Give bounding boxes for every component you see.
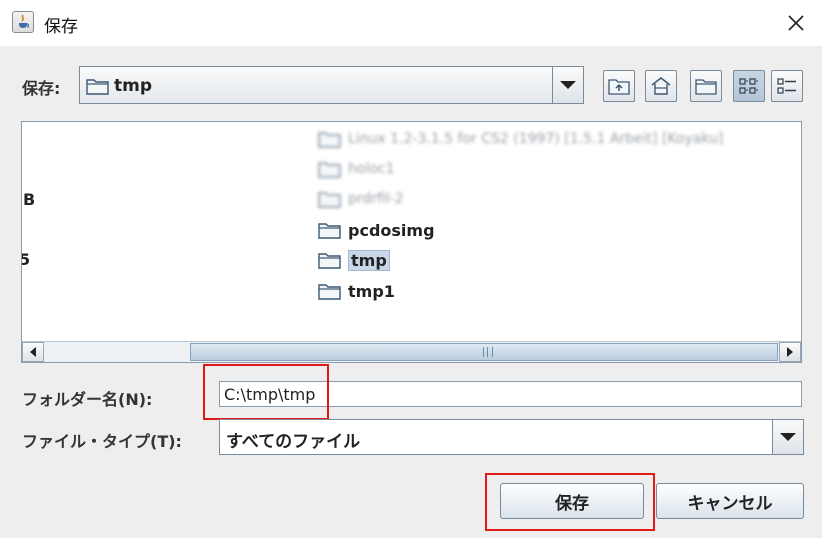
file-type-combo[interactable]: すべてのファイル [219, 419, 804, 455]
close-button[interactable] [770, 0, 822, 46]
list-view-icon [739, 78, 758, 94]
arrow-right-icon [787, 347, 793, 357]
folder-icon [318, 284, 341, 300]
highlight-box [203, 364, 329, 420]
up-one-level-button[interactable] [603, 70, 635, 102]
save-in-label: 保存: [22, 79, 61, 98]
file-type-value: すべてのファイル [226, 432, 361, 452]
folder-icon [318, 132, 341, 148]
cut-off-text: 5 [22, 250, 30, 269]
highlight-box [485, 473, 655, 531]
list-item[interactable]: pcdosimg [318, 217, 435, 243]
grip-icon [483, 347, 493, 357]
file-type-label: ファイル・タイプ(T): [22, 432, 182, 451]
scroll-right-button[interactable] [779, 342, 801, 362]
new-folder-button[interactable] [690, 70, 722, 102]
list-view-button[interactable] [733, 70, 765, 102]
close-icon [788, 15, 804, 31]
scroll-left-button[interactable] [22, 342, 44, 362]
folder-icon [86, 79, 109, 95]
details-view-icon [777, 78, 796, 94]
cut-off-text: B [23, 190, 36, 209]
home-button[interactable] [645, 70, 677, 102]
list-item[interactable]: Linux 1.2-3.1.5 for CS2 (1997) [1.5.1 Ar… [318, 126, 723, 152]
cancel-button[interactable]: キャンセル [656, 483, 804, 519]
list-item[interactable]: tmp1 [318, 278, 395, 304]
java-app-icon [12, 11, 34, 33]
title-bar: 保存 [0, 0, 822, 46]
chevron-down-icon [560, 81, 576, 89]
details-view-button[interactable] [771, 70, 803, 102]
scrollbar-thumb[interactable] [190, 343, 778, 361]
list-item[interactable]: holoc1 [318, 156, 395, 182]
chevron-down-icon [780, 433, 796, 441]
new-folder-icon [695, 79, 717, 95]
arrow-left-icon [30, 347, 36, 357]
horizontal-scrollbar[interactable] [22, 341, 801, 362]
file-type-dropdown-button[interactable] [772, 420, 803, 454]
list-item[interactable]: prdrfil-2 [318, 186, 404, 212]
file-list[interactable]: B 5 Linux 1.2-3.1.5 for CS2 (1997) [1.5.… [21, 121, 802, 363]
save-in-value: tmp [114, 76, 153, 96]
list-item[interactable]: tmp [318, 247, 390, 273]
home-icon [651, 77, 671, 95]
folder-icon [318, 223, 341, 239]
folder-icon [318, 192, 341, 208]
save-in-combo[interactable]: tmp [79, 66, 584, 104]
window-title: 保存 [44, 17, 78, 37]
up-folder-icon [608, 79, 630, 95]
folder-name-label: フォルダー名(N): [22, 390, 153, 409]
save-in-dropdown-button[interactable] [552, 67, 583, 103]
folder-icon [318, 253, 341, 269]
folder-icon [318, 162, 341, 178]
